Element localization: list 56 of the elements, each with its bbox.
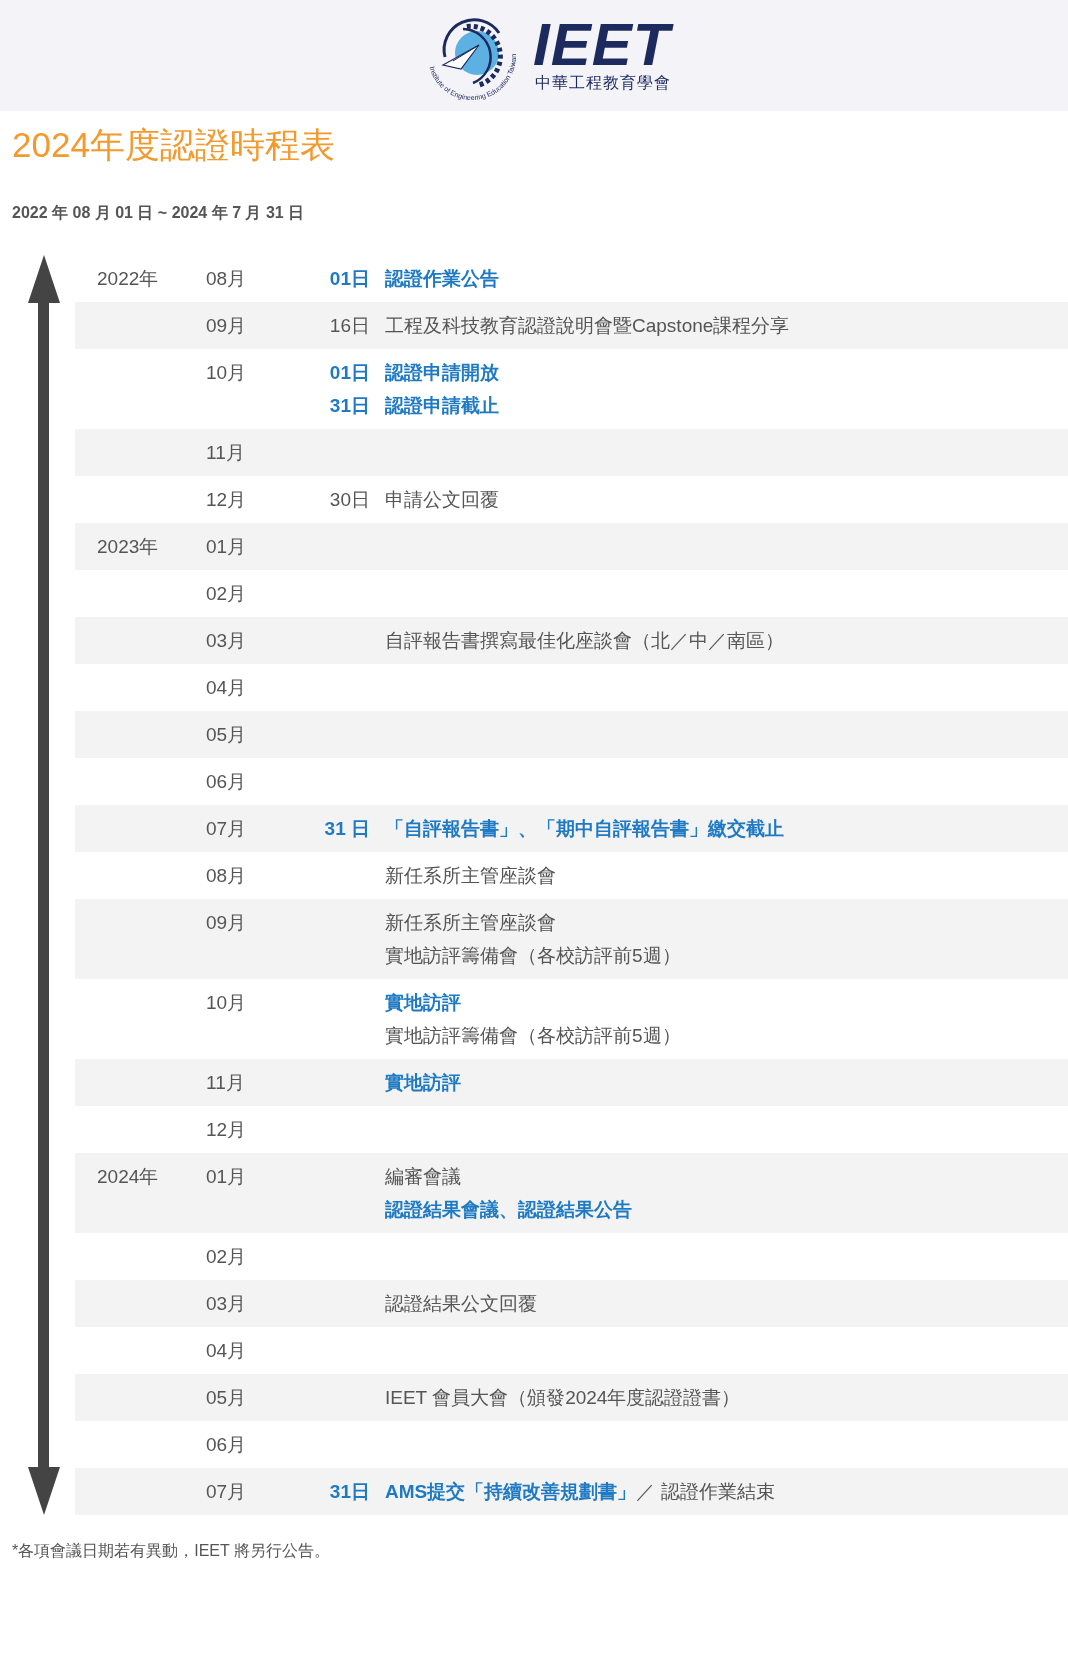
month-label: 04月: [206, 677, 247, 698]
month-label: 03月: [206, 630, 247, 651]
month-label: 08月: [206, 268, 247, 289]
month-label: 12月: [206, 1119, 247, 1140]
month-label: 01月: [206, 536, 247, 557]
month-label: 04月: [206, 1340, 247, 1361]
month-label: 06月: [206, 771, 247, 792]
month-label: 05月: [206, 724, 247, 745]
date-range: 2022 年 08 月 01 日 ~ 2024 年 7 月 31 日: [12, 203, 306, 223]
event-text: 實地訪評: [385, 1071, 461, 1095]
event-text: 實地訪評籌備會（各校訪評前5週）: [385, 1024, 681, 1048]
month-label: 02月: [206, 583, 247, 604]
year-label: 2024年: [97, 1166, 159, 1187]
event-day: 01日: [329, 264, 370, 293]
event-day: 01日: [329, 358, 370, 387]
month-label: 03月: [206, 1293, 247, 1314]
event-text: 認證申請截止: [385, 394, 499, 418]
month-label: 07月: [206, 818, 247, 839]
event-text: 認證結果公文回覆: [385, 1292, 537, 1316]
month-label: 07月: [206, 1481, 247, 1502]
event-day: 31日: [329, 1477, 370, 1506]
event-text: AMS提交「持續改善規劃書」／ 認證作業結束: [385, 1480, 775, 1504]
month-label: 08月: [206, 865, 247, 886]
month-label: 10月: [206, 362, 247, 383]
event-day: 30日: [329, 485, 370, 514]
event-text: 申請公文回覆: [385, 488, 499, 512]
year-label: 2023年: [97, 536, 159, 557]
event-text: 編審會議: [385, 1165, 461, 1189]
month-label: 06月: [206, 1434, 247, 1455]
event-text: 新任系所主管座談會: [385, 911, 556, 935]
month-label: 02月: [206, 1246, 247, 1267]
event-text: 新任系所主管座談會: [385, 864, 556, 888]
event-text: 「自評報告書」、「期中自評報告書」繳交截止: [385, 817, 784, 841]
event-text: 實地訪評籌備會（各校訪評前5週）: [385, 944, 681, 968]
month-label: 09月: [206, 912, 247, 933]
page-title: 2024年度認證時程表: [12, 124, 336, 166]
event-day: 16日: [329, 311, 370, 340]
month-label: 01月: [206, 1166, 247, 1187]
event-day: 31 日: [324, 814, 370, 843]
month-label: 09月: [206, 315, 247, 336]
event-text: 認證結果會議、認證結果公告: [385, 1198, 632, 1222]
month-label: 10月: [206, 992, 247, 1013]
footnote: *各項會議日期若有異動，IEET 將另行公告。: [12, 1542, 330, 1559]
event-text: 自評報告書撰寫最佳化座談會（北／中／南區）: [385, 629, 784, 653]
event-text: 認證申請開放: [385, 361, 499, 385]
logo-subtitle: 中華工程教育學會: [535, 73, 671, 93]
month-label: 12月: [206, 489, 247, 510]
event-day: 31日: [329, 391, 370, 420]
month-label: 11月: [206, 442, 245, 463]
event-text: 工程及科技教育認證說明會暨Capstone課程分享: [385, 314, 790, 338]
year-label: 2022年: [97, 268, 159, 289]
event-text: 實地訪評: [385, 991, 461, 1015]
event-text: 認證作業公告: [385, 267, 499, 291]
month-label: 11月: [206, 1072, 245, 1093]
event-text: IEET 會員大會（頒發2024年度認證證書）: [385, 1386, 741, 1410]
month-label: 05月: [206, 1387, 247, 1408]
